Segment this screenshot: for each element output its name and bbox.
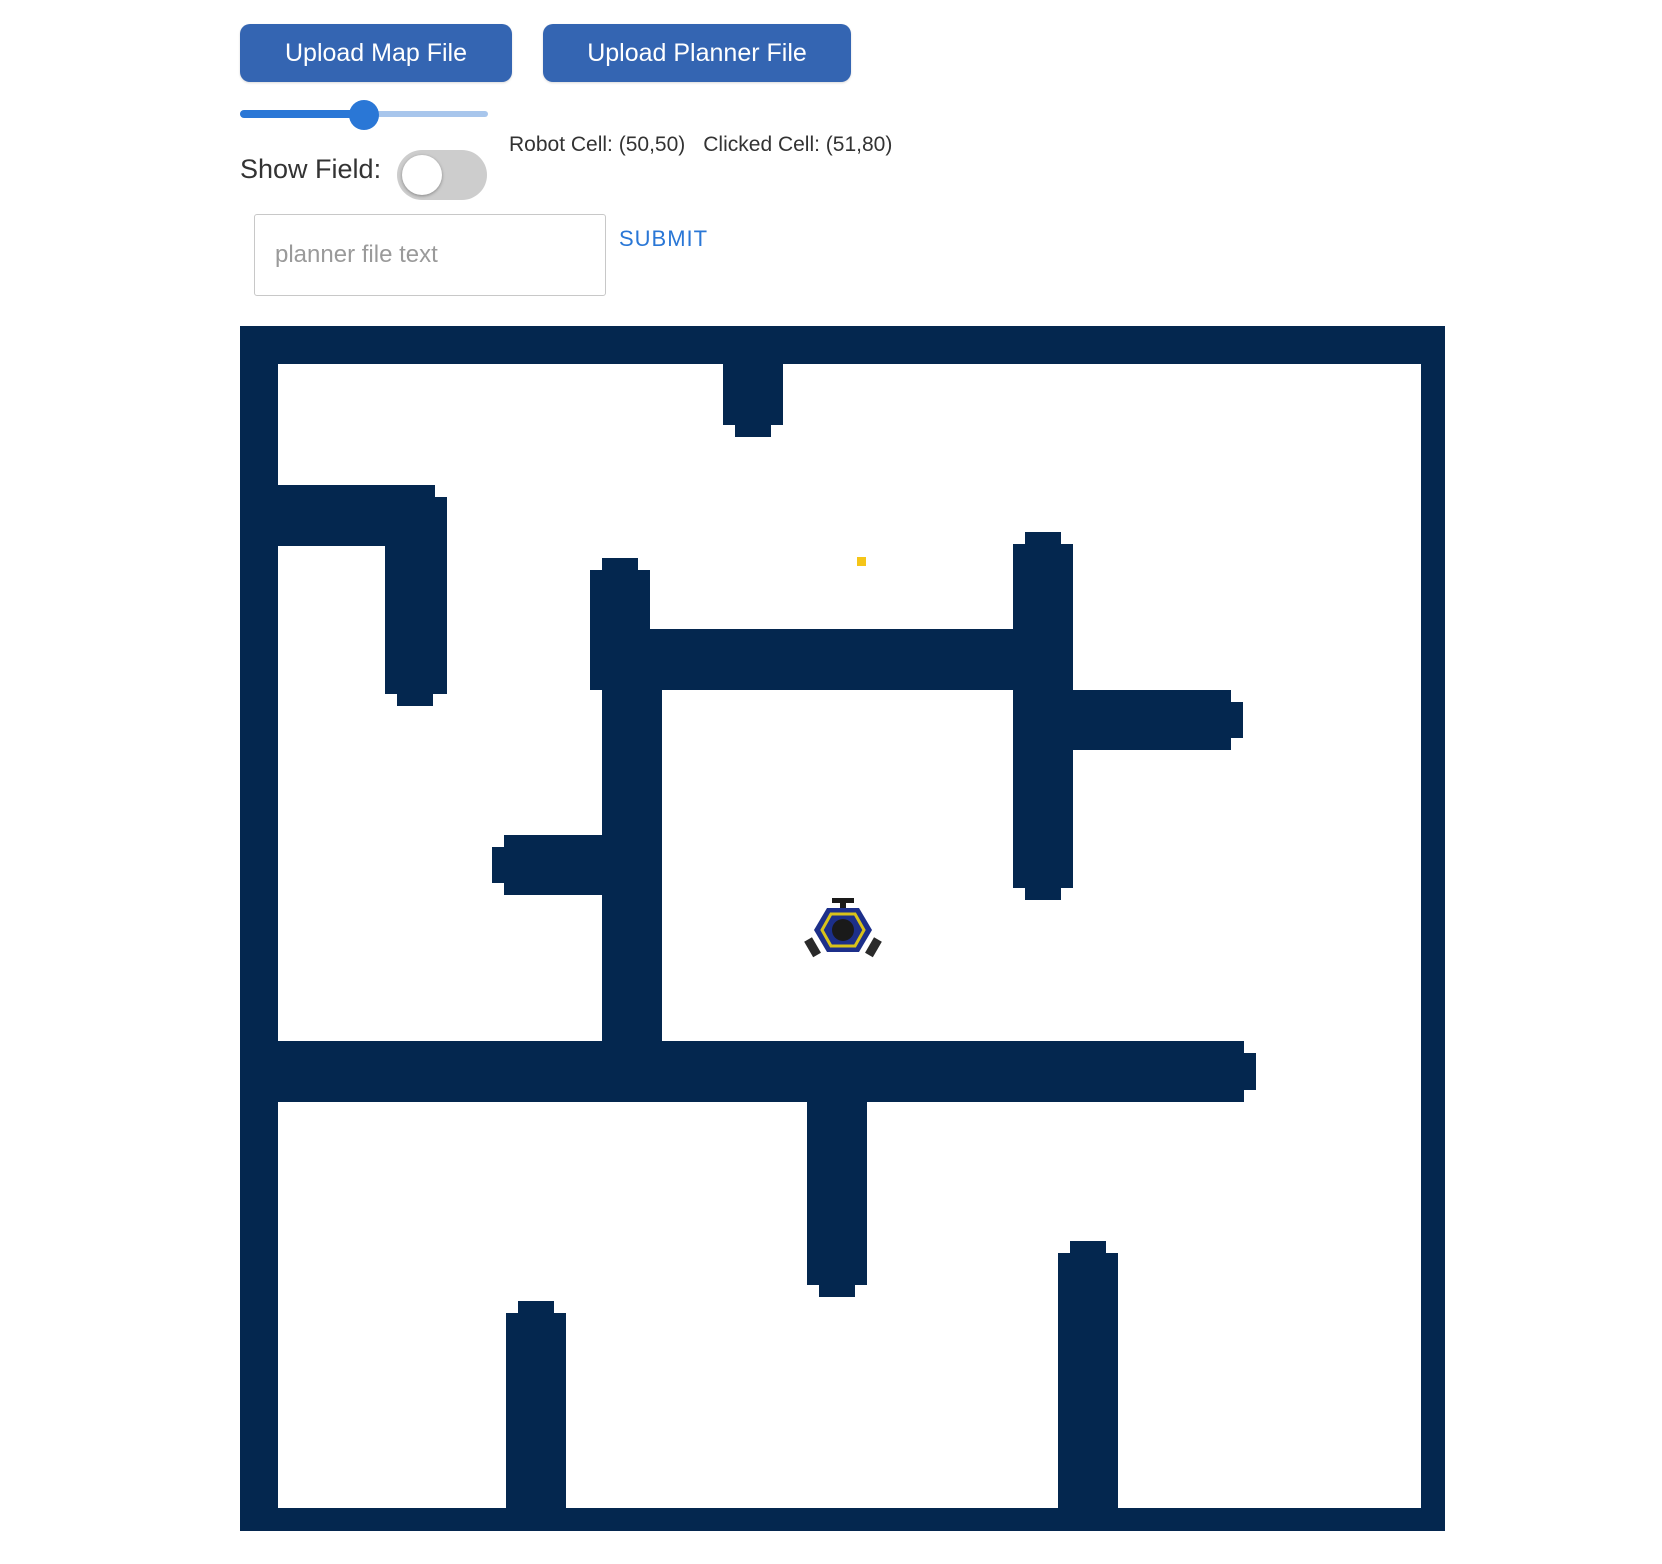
map-canvas[interactable] xyxy=(240,326,1445,1531)
wall-segment xyxy=(723,364,783,425)
slider-track xyxy=(240,110,364,118)
wall-segment xyxy=(1013,544,1073,888)
cell-status: Robot Cell: (50,50) Clicked Cell: (51,80) xyxy=(509,133,892,157)
wall-segment xyxy=(735,425,771,437)
slider-thumb[interactable] xyxy=(349,100,379,130)
zoom-slider[interactable] xyxy=(240,100,488,130)
clicked-cell-text: Clicked Cell: (51,80) xyxy=(703,133,893,156)
wall-segment xyxy=(385,546,447,694)
wall-segment xyxy=(518,1301,554,1313)
wall-segment xyxy=(240,326,278,1531)
wall-segment xyxy=(602,690,662,1041)
wall-segment xyxy=(435,497,447,546)
wall-segment xyxy=(819,1285,855,1297)
goal-marker xyxy=(857,557,866,566)
submit-button[interactable]: SUBMIT xyxy=(619,226,708,252)
wall-segment xyxy=(278,485,435,546)
wall-segment xyxy=(1025,888,1061,900)
wall-segment xyxy=(397,694,433,706)
wall-segment xyxy=(807,1102,867,1285)
wall-segment xyxy=(240,1508,1445,1531)
planner-text-input[interactable] xyxy=(254,214,606,296)
wall-segment xyxy=(1421,326,1445,1531)
wall-segment xyxy=(602,558,638,570)
wall-segment xyxy=(278,1041,1244,1102)
app-root: Upload Map File Upload Planner File Show… xyxy=(0,0,1662,1564)
wall-segment xyxy=(1070,1241,1106,1253)
upload-planner-button[interactable]: Upload Planner File xyxy=(543,24,851,82)
show-field-toggle[interactable] xyxy=(397,150,487,200)
wall-segment xyxy=(1025,532,1061,544)
wall-segment xyxy=(504,835,602,895)
wall-segment xyxy=(240,326,1445,364)
wall-segment xyxy=(506,1313,566,1508)
robot-cell-text: Robot Cell: (50,50) xyxy=(509,133,686,156)
wall-segment xyxy=(590,629,1019,690)
wall-segment xyxy=(590,570,650,629)
wall-segment xyxy=(1244,1053,1256,1090)
wall-segment xyxy=(1073,690,1231,750)
show-field-label: Show Field: xyxy=(240,154,382,184)
upload-map-button[interactable]: Upload Map File xyxy=(240,24,512,82)
wall-segment xyxy=(1058,1253,1118,1508)
wall-segment xyxy=(1231,702,1243,738)
wall-segment xyxy=(492,847,504,883)
toggle-knob xyxy=(402,155,442,195)
